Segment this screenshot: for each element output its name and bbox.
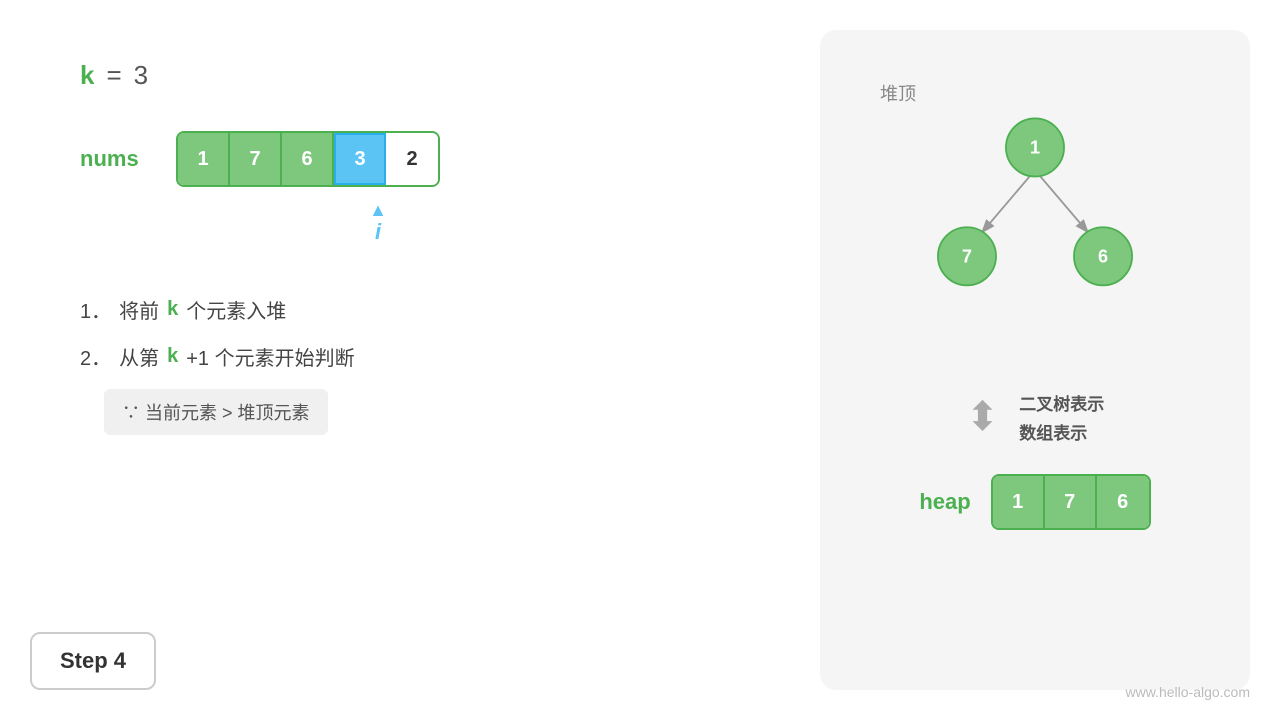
step-button[interactable]: Step 4 bbox=[30, 632, 156, 690]
pointer-arrow-icon: ▲ bbox=[369, 201, 387, 219]
array-cell-1: 7 bbox=[230, 133, 282, 185]
footer: www.hello-algo.com bbox=[1126, 684, 1251, 700]
left-panel: k = 3 nums 1 7 6 3 2 ▲ i 1． 将前 k 个元素入堆 2… bbox=[0, 0, 660, 720]
k-variable: k bbox=[80, 60, 94, 91]
heap-cell-1: 7 bbox=[1045, 476, 1097, 528]
step1-text: 将前 bbox=[119, 295, 159, 324]
nums-label: nums bbox=[80, 146, 160, 172]
middle-section: ⬍ 二叉树表示 数组表示 bbox=[966, 390, 1105, 444]
array-cell-2: 6 bbox=[282, 133, 334, 185]
repr-labels: 二叉树表示 数组表示 bbox=[1019, 390, 1104, 444]
tree-section: 堆顶 1 7 6 bbox=[840, 60, 1230, 380]
array-container: 1 7 6 3 2 bbox=[176, 131, 440, 187]
k-value: 3 bbox=[134, 60, 148, 91]
nums-line: nums 1 7 6 3 2 bbox=[80, 131, 580, 187]
steps-section: 1． 将前 k 个元素入堆 2． 从第 k +1 个元素开始判断 ∵ 当前元素 … bbox=[80, 295, 580, 435]
repr-array-label: 数组表示 bbox=[1019, 419, 1104, 444]
step2-text: 从第 bbox=[119, 342, 159, 371]
double-arrow-icon: ⬍ bbox=[966, 394, 1000, 440]
step1-k: k bbox=[167, 298, 178, 321]
heap-cell-2: 6 bbox=[1097, 476, 1149, 528]
k-line: k = 3 bbox=[80, 60, 580, 91]
heap-cell-0: 1 bbox=[993, 476, 1045, 528]
tree-node-left-text: 7 bbox=[962, 246, 972, 266]
step2-k: k bbox=[167, 345, 178, 368]
edge-root-left bbox=[983, 170, 1035, 231]
repr-binary-label: 二叉树表示 bbox=[1019, 390, 1104, 415]
equals-sign: = bbox=[106, 60, 121, 91]
right-panel: 堆顶 1 7 6 ⬍ 二叉树表示 数组表示 bbox=[820, 30, 1250, 690]
step1-text2: 个元素入堆 bbox=[186, 295, 286, 324]
array-cell-4: 2 bbox=[386, 133, 438, 185]
edge-root-right bbox=[1035, 170, 1087, 231]
tree-node-right-text: 6 bbox=[1098, 246, 1108, 266]
step-note: ∵ 当前元素 > 堆顶元素 bbox=[80, 389, 580, 435]
index-pointer: ▲ i bbox=[176, 201, 580, 245]
heap-label: heap bbox=[919, 489, 970, 515]
step-note-text: ∵ 当前元素 > 堆顶元素 bbox=[104, 389, 328, 435]
array-cell-0: 1 bbox=[178, 133, 230, 185]
array-cell-3: 3 bbox=[334, 133, 386, 185]
step-2: 2． 从第 k +1 个元素开始判断 bbox=[80, 342, 580, 371]
step2-num: 2． bbox=[80, 342, 111, 371]
step2-text2: +1 个元素开始判断 bbox=[186, 342, 354, 371]
step1-num: 1． bbox=[80, 295, 111, 324]
step-1: 1． 将前 k 个元素入堆 bbox=[80, 295, 580, 324]
heap-array: 1 7 6 bbox=[991, 474, 1151, 530]
tree-svg: 1 7 6 bbox=[840, 60, 1230, 380]
heap-section: heap 1 7 6 bbox=[919, 474, 1150, 530]
tree-node-root-text: 1 bbox=[1030, 137, 1040, 157]
pointer-label: i bbox=[375, 219, 381, 245]
